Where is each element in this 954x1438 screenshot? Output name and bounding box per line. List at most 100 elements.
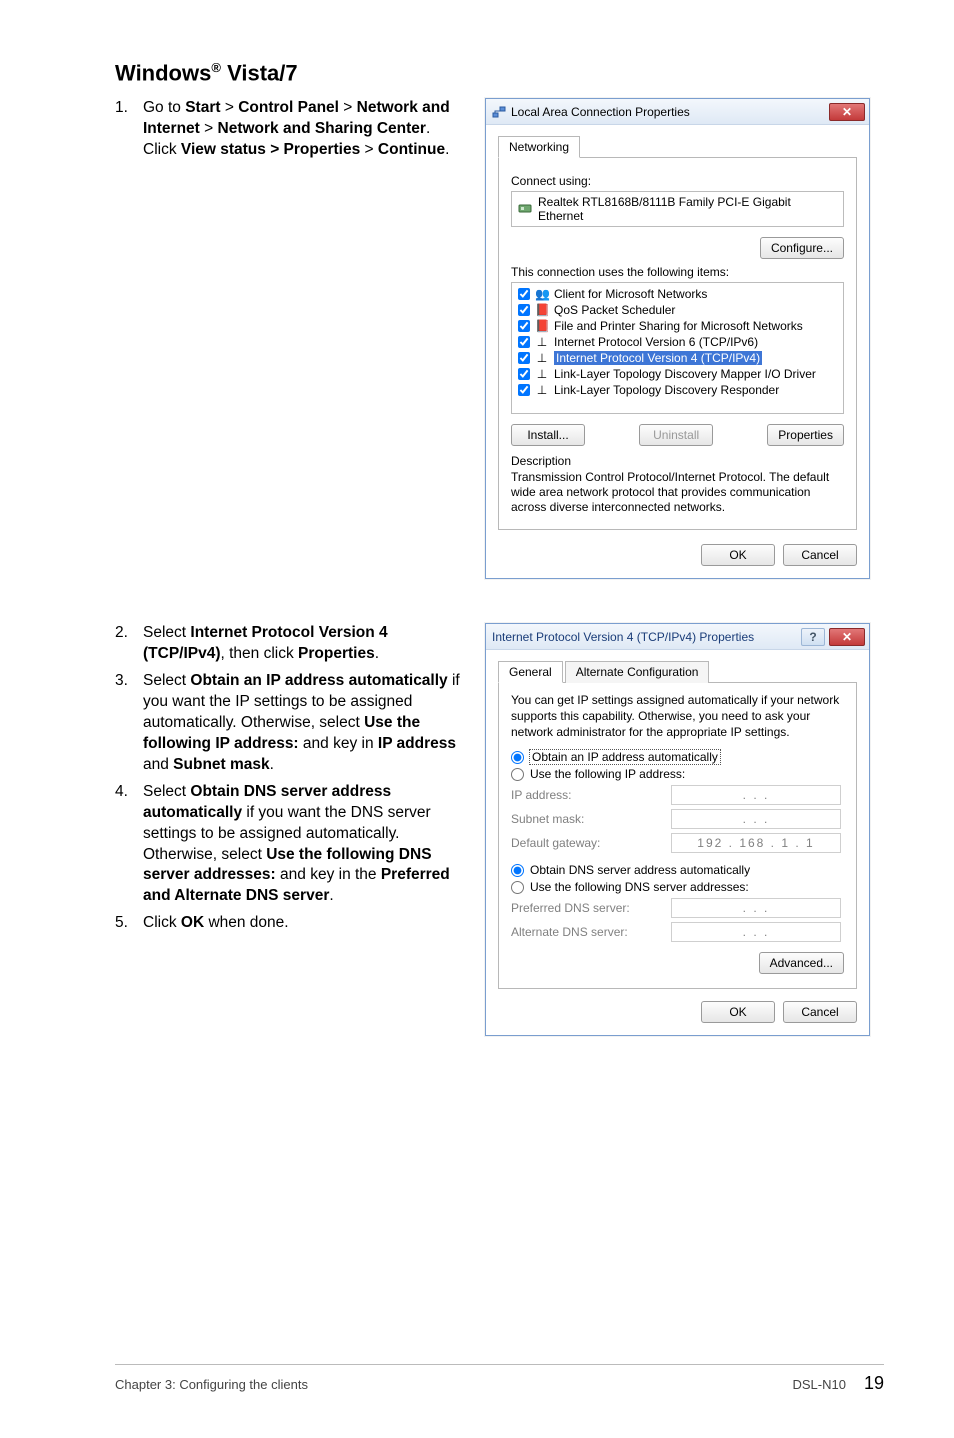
item-label: Internet Protocol Version 4 (TCP/IPv4) [554, 351, 762, 365]
connect-using-label: Connect using: [511, 174, 844, 188]
radio-use-dns-label: Use the following DNS server addresses: [530, 880, 749, 894]
item-icon: ⊥ [535, 335, 549, 349]
step: 2.Select Internet Protocol Version 4 (TC… [115, 623, 465, 665]
footer-page-number: 19 [864, 1373, 884, 1394]
configure-button[interactable]: Configure... [760, 237, 844, 259]
uninstall-button[interactable]: Uninstall [639, 424, 713, 446]
adapter-field[interactable]: Realtek RTL8168B/8111B Family PCI-E Giga… [511, 191, 844, 227]
cancel-button[interactable]: Cancel [783, 544, 857, 566]
connection-items-list[interactable]: 👥 Client for Microsoft Networks 📕 QoS Packe… [511, 282, 844, 414]
radio-obtain-dns-label: Obtain DNS server address automatically [530, 863, 750, 877]
properties-button[interactable]: Properties [767, 424, 844, 446]
step-num: 3. [115, 671, 143, 776]
item-icon: 📕 [535, 319, 549, 333]
radio-obtain-ip[interactable]: Obtain an IP address automatically [511, 750, 844, 764]
description-label: Description [511, 454, 844, 468]
tab-alternate[interactable]: Alternate Configuration [565, 661, 710, 683]
step-1: 1. Go to Start > Control Panel > Network… [115, 98, 465, 161]
item-checkbox[interactable] [518, 304, 530, 316]
item-label: Link-Layer Topology Discovery Responder [554, 383, 779, 397]
step-body: Click OK when done. [143, 913, 465, 934]
step-body: Select Internet Protocol Version 4 (TCP/… [143, 623, 465, 665]
alternate-dns-label: Alternate DNS server: [511, 925, 671, 939]
ipv4-properties-dialog: Internet Protocol Version 4 (TCP/IPv4) P… [485, 623, 870, 1036]
cancel-button[interactable]: Cancel [783, 1001, 857, 1023]
step: 3.Select Obtain an IP address automatica… [115, 671, 465, 776]
titlebar: Internet Protocol Version 4 (TCP/IPv4) P… [486, 624, 869, 650]
heading-reg: ® [211, 60, 221, 75]
radio-use-ip-input[interactable] [511, 768, 524, 781]
dialog-title: Internet Protocol Version 4 (TCP/IPv4) P… [492, 630, 801, 644]
adapter-icon [518, 202, 532, 217]
radio-use-dns-input[interactable] [511, 881, 524, 894]
tabstrip: Networking [498, 135, 857, 158]
gateway-label: Default gateway: [511, 836, 671, 850]
list-item[interactable]: 👥 Client for Microsoft Networks [516, 286, 839, 302]
adapter-name: Realtek RTL8168B/8111B Family PCI-E Giga… [538, 195, 837, 223]
subnet-field[interactable]: . . . [671, 809, 841, 829]
preferred-dns-field[interactable]: . . . [671, 898, 841, 918]
radio-obtain-dns[interactable]: Obtain DNS server address automatically [511, 863, 844, 877]
item-checkbox[interactable] [518, 368, 530, 380]
advanced-button[interactable]: Advanced... [759, 952, 844, 974]
tab-networking[interactable]: Networking [498, 136, 580, 158]
local-area-connection-dialog: Local Area Connection Properties ✕ Netwo… [485, 98, 870, 579]
ip-address-label: IP address: [511, 788, 671, 802]
item-label: Link-Layer Topology Discovery Mapper I/O… [554, 367, 816, 381]
list-item[interactable]: ⊥ Link-Layer Topology Discovery Responder [516, 382, 839, 398]
item-checkbox[interactable] [518, 352, 530, 364]
uses-label: This connection uses the following items… [511, 265, 844, 279]
item-label: QoS Packet Scheduler [554, 303, 675, 317]
heading-prefix: Windows [115, 60, 211, 85]
install-button[interactable]: Install... [511, 424, 585, 446]
step-num: 2. [115, 623, 143, 665]
ok-button[interactable]: OK [701, 1001, 775, 1023]
radio-obtain-dns-input[interactable] [511, 864, 524, 877]
item-label: Client for Microsoft Networks [554, 287, 707, 301]
network-icon [492, 105, 506, 119]
footer-chapter: Chapter 3: Configuring the clients [115, 1377, 308, 1392]
step-num: 1. [115, 98, 143, 161]
item-label: File and Printer Sharing for Microsoft N… [554, 319, 803, 333]
close-icon[interactable]: ✕ [829, 103, 865, 121]
item-checkbox[interactable] [518, 320, 530, 332]
step-num: 5. [115, 913, 143, 934]
list-item[interactable]: 📕 File and Printer Sharing for Microsoft … [516, 318, 839, 334]
item-icon: 👥 [535, 287, 549, 301]
item-checkbox[interactable] [518, 288, 530, 300]
list-item[interactable]: ⊥ Link-Layer Topology Discovery Mapper I/… [516, 366, 839, 382]
radio-use-ip[interactable]: Use the following IP address: [511, 767, 844, 781]
ok-button[interactable]: OK [701, 544, 775, 566]
titlebar: Local Area Connection Properties ✕ [486, 99, 869, 125]
dialog-title: Local Area Connection Properties [511, 105, 829, 119]
list-item[interactable]: ⊥ Internet Protocol Version 6 (TCP/IPv6) [516, 334, 839, 350]
radio-obtain-ip-label: Obtain an IP address automatically [530, 750, 720, 764]
item-checkbox[interactable] [518, 384, 530, 396]
intro-text: You can get IP settings assigned automat… [511, 693, 844, 740]
step-body: Select Obtain DNS server address automat… [143, 782, 465, 908]
list-item[interactable]: 📕 QoS Packet Scheduler [516, 302, 839, 318]
item-icon: 📕 [535, 303, 549, 317]
close-icon[interactable]: ✕ [829, 628, 865, 646]
item-icon: ⊥ [535, 383, 549, 397]
radio-use-ip-label: Use the following IP address: [530, 767, 685, 781]
list-item[interactable]: ⊥ Internet Protocol Version 4 (TCP/IPv4) [516, 350, 839, 366]
step: 4.Select Obtain DNS server address autom… [115, 782, 465, 908]
heading-suffix: Vista/7 [221, 60, 298, 85]
item-icon: ⊥ [535, 367, 549, 381]
item-checkbox[interactable] [518, 336, 530, 348]
alternate-dns-field[interactable]: . . . [671, 922, 841, 942]
radio-obtain-ip-input[interactable] [511, 751, 524, 764]
page-footer: Chapter 3: Configuring the clients DSL-N… [115, 1364, 884, 1394]
page-heading: Windows® Vista/7 [115, 60, 884, 86]
gateway-field[interactable]: 192 . 168 . 1 . 1 [671, 833, 841, 853]
step: 5.Click OK when done. [115, 913, 465, 934]
item-label: Internet Protocol Version 6 (TCP/IPv6) [554, 335, 758, 349]
subnet-label: Subnet mask: [511, 812, 671, 826]
help-icon[interactable]: ? [801, 628, 825, 646]
tab-general[interactable]: General [498, 661, 563, 683]
radio-use-dns[interactable]: Use the following DNS server addresses: [511, 880, 844, 894]
ip-address-field[interactable]: . . . [671, 785, 841, 805]
item-icon: ⊥ [535, 351, 549, 365]
description-text: Transmission Control Protocol/Internet P… [511, 470, 844, 515]
